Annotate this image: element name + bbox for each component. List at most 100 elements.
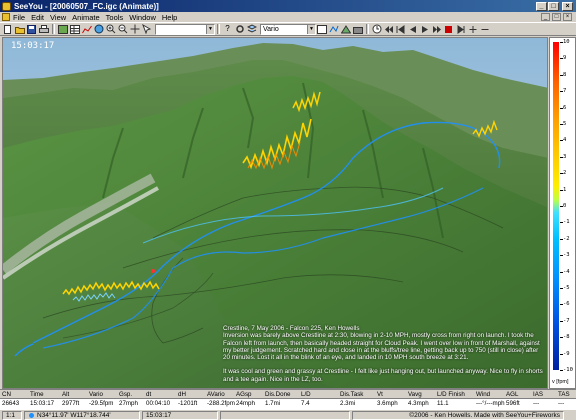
menu-view[interactable]: View [50, 13, 66, 22]
menu-help[interactable]: Help [162, 13, 177, 22]
column-header[interactable]: AVario [207, 390, 225, 399]
status-bar: 1:1 N34°11.97' W117°18.744' 15:03:17 ©20… [0, 409, 576, 420]
table-cell: 4.3mph [408, 400, 429, 407]
app-icon[interactable] [2, 1, 11, 11]
flight-description: Crestline, 7 May 2006 - Falcon 225, Ken … [223, 325, 543, 388]
open-folder-icon[interactable] [14, 24, 25, 35]
column-header[interactable]: dH [178, 390, 186, 399]
flight-data-table: CN Time Alt Vario Gsp. dt dH AVario AGsp Dis.Done… [0, 389, 576, 409]
graph-icon[interactable] [81, 24, 92, 35]
minimize-button[interactable]: _ [536, 1, 547, 11]
scale-tick-label: -2 [563, 235, 570, 242]
close-button[interactable]: × [562, 1, 573, 11]
time-select[interactable]: ▼ [155, 23, 215, 35]
toolbar-separator [217, 24, 220, 34]
document-icon[interactable] [2, 13, 10, 21]
column-header[interactable]: IAS [533, 390, 543, 399]
speed-down-icon[interactable] [479, 24, 490, 35]
table-cell: --- [533, 400, 540, 407]
select-icon[interactable] [141, 24, 152, 35]
menu-animate[interactable]: Animate [72, 13, 100, 22]
column-header[interactable]: Wind [476, 390, 490, 399]
table-icon[interactable] [69, 24, 80, 35]
zoom-out-icon[interactable] [117, 24, 128, 35]
end-icon[interactable] [455, 24, 466, 35]
column-header[interactable]: L/D Finish [437, 390, 465, 399]
column-header[interactable]: Time [30, 390, 44, 399]
save-icon[interactable] [26, 24, 37, 35]
table-cell: 596ft [506, 400, 520, 407]
table-cell: 24mph [236, 400, 255, 407]
speed-up-icon[interactable] [467, 24, 478, 35]
column-header[interactable]: AGsp [236, 390, 251, 399]
column-header[interactable]: dt [146, 390, 151, 399]
animate-icon[interactable] [316, 24, 327, 35]
column-header[interactable]: Vt [377, 390, 383, 399]
scale-unit: v [fpm] [552, 379, 569, 385]
status-zoom: 1:1 [2, 410, 22, 420]
scale-tick-label: 10 [563, 39, 570, 45]
scale-tick-label: 4 [563, 137, 567, 144]
scale-tick-label: 6 [563, 104, 567, 111]
view-3d-icon[interactable] [340, 24, 351, 35]
column-header[interactable]: Dis.Task [340, 390, 363, 399]
play-back-icon[interactable] [407, 24, 418, 35]
pilot-select[interactable]: Vario ▼ [260, 23, 316, 35]
map-icon[interactable] [57, 24, 68, 35]
scale-tick-label: -9 [563, 350, 570, 357]
column-header[interactable]: Vavg [408, 390, 422, 399]
chevron-down-icon: ▼ [206, 24, 214, 34]
caption-paragraph-1: Inversion was barely above Crestline at … [223, 332, 540, 362]
table-row[interactable]: 26643 15:03:17 2977ft -29.5fpm 27mph 00:04:10… [0, 399, 576, 408]
menu-edit[interactable]: Edit [31, 13, 44, 22]
new-file-icon[interactable] [2, 24, 13, 35]
table-cell: 27mph [119, 400, 138, 407]
settings-icon[interactable] [234, 24, 245, 35]
column-header[interactable]: Dis.Done [265, 390, 290, 399]
scale-tick-label: 5 [563, 121, 567, 127]
3d-viewport[interactable]: 15:03:17 Crestline, 7 May 2006 - Falcon … [2, 37, 548, 389]
scale-tick-label: 1 [563, 186, 567, 193]
column-header[interactable]: Vario [89, 390, 103, 399]
rewind-icon[interactable] [383, 24, 394, 35]
mdi-close-button[interactable]: × [563, 13, 572, 21]
play-icon[interactable] [419, 24, 430, 35]
mdi-minimize-button[interactable]: _ [541, 13, 550, 21]
fast-forward-icon[interactable] [431, 24, 442, 35]
zoom-in-icon[interactable] [105, 24, 116, 35]
layers-icon[interactable] [246, 24, 257, 35]
column-header[interactable]: Gsp. [119, 390, 132, 399]
glider-marker[interactable] [151, 269, 155, 273]
column-header[interactable]: CN [2, 390, 11, 399]
menu-window[interactable]: Window [129, 13, 156, 22]
table-cell: ---°/---mph [476, 400, 505, 407]
table-cell: 2977ft [62, 400, 80, 407]
print-icon[interactable] [38, 24, 49, 35]
table-cell: --- [558, 400, 565, 407]
table-cell: 2.3mi [340, 400, 356, 407]
status-time: 15:03:17 [142, 410, 218, 420]
menu-tools[interactable]: Tools [106, 13, 124, 22]
caption-paragraph-2: It was cool and green and grassy at Cres… [223, 368, 543, 383]
column-header[interactable]: Alt [62, 390, 69, 399]
track-icon[interactable] [328, 24, 339, 35]
column-header[interactable]: AGL [506, 390, 518, 399]
mdi-restore-button[interactable]: □ [552, 13, 561, 21]
scale-tick-label: -4 [563, 268, 570, 275]
scale-tick-label: 9 [563, 55, 567, 62]
help-icon[interactable]: ? [222, 24, 233, 35]
camera-icon[interactable] [352, 24, 363, 35]
status-empty [220, 410, 350, 420]
step-back-icon[interactable] [395, 24, 406, 35]
maximize-button[interactable]: □ [548, 1, 559, 11]
column-header[interactable]: L/D [301, 390, 311, 399]
table-cell: -1201ft [178, 400, 198, 407]
table-cell: 00:04:10 [146, 400, 171, 407]
pan-icon[interactable] [129, 24, 140, 35]
clock-icon[interactable] [371, 24, 382, 35]
globe-icon[interactable] [93, 24, 104, 35]
menu-file[interactable]: File [13, 13, 25, 22]
record-icon[interactable] [443, 24, 454, 35]
column-header[interactable]: TAS [558, 390, 570, 399]
menu-bar: File Edit View Animate Tools Window Help… [0, 12, 576, 22]
